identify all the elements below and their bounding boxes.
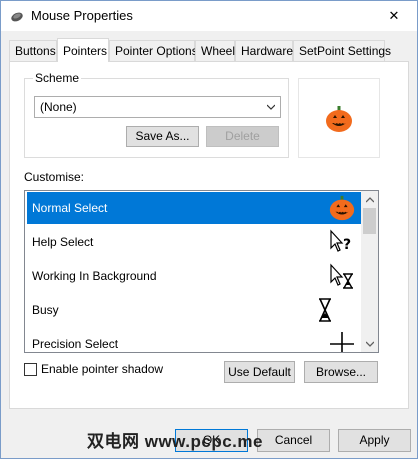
svg-text:?: ? [343,237,351,253]
save-as-button[interactable]: Save As... [126,126,199,147]
pointers-panel: Scheme (None) Save As... Delete Customis… [9,61,409,409]
close-button[interactable]: ✕ [371,1,417,31]
mouse-properties-window: Mouse Properties ✕ Buttons Pointers Poin… [0,0,418,459]
pointer-shadow-checkbox[interactable] [24,363,37,376]
scroll-up-button[interactable] [361,191,378,208]
tab-hardware[interactable]: Hardware [235,40,293,61]
use-default-button[interactable]: Use Default [224,361,295,383]
pointer-preview [298,78,380,158]
scheme-selected-value: (None) [40,100,77,114]
chevron-down-icon [267,104,275,110]
scheme-group: Scheme (None) Save As... Delete [24,71,289,158]
list-item-label: Help Select [32,235,94,249]
pumpkin-icon [329,195,355,221]
tab-pointers[interactable]: Pointers [57,38,109,62]
customise-label: Customise: [24,170,85,184]
scroll-thumb[interactable] [363,208,376,234]
chevron-down-icon [365,341,374,347]
browse-button[interactable]: Browse... [304,361,378,383]
list-item-working-in-background[interactable]: Working In Background [27,260,362,292]
tab-strip: Buttons Pointers Pointer Options Wheel H… [9,38,409,62]
help-select-cursor-icon: ? [330,229,351,253]
tab-setpoint-settings[interactable]: SetPoint Settings [293,40,391,61]
list-item-busy[interactable]: Busy [27,294,362,326]
crosshair-icon [330,332,354,352]
list-item-normal-select[interactable]: Normal Select [27,192,362,224]
tab-wheel[interactable]: Wheel [195,40,235,61]
title-bar[interactable]: Mouse Properties ✕ [1,1,417,31]
tab-buttons[interactable]: Buttons [9,40,57,61]
chevron-up-icon [365,196,374,202]
pointer-shadow-label[interactable]: Enable pointer shadow [41,362,163,376]
cursor-list[interactable]: Normal Select Help Select ? Working In B… [24,190,379,353]
list-item-label: Working In Background [32,269,157,283]
scheme-label: Scheme [33,71,82,85]
list-item-help-select[interactable]: Help Select ? [27,226,362,258]
close-icon: ✕ [388,8,400,23]
watermark: 双电网 www.pcpc.me [87,432,263,451]
cancel-button[interactable]: Cancel [257,429,330,452]
window-title: Mouse Properties [31,8,133,23]
tab-pointer-options[interactable]: Pointer Options [109,40,198,61]
list-item-label: Normal Select [32,201,108,215]
list-item-label: Precision Select [32,337,119,351]
apply-button[interactable]: Apply [338,429,411,452]
working-background-cursor-icon [330,263,353,289]
scheme-dropdown[interactable]: (None) [34,96,281,118]
list-item-label: Busy [32,303,59,317]
delete-button[interactable]: Delete [206,126,279,147]
pumpkin-icon [326,106,352,132]
hourglass-icon [319,298,331,322]
list-scrollbar[interactable] [361,191,378,352]
mouse-icon [11,12,23,22]
list-item-precision-select[interactable]: Precision Select [27,328,362,352]
scroll-down-button[interactable] [361,335,378,352]
